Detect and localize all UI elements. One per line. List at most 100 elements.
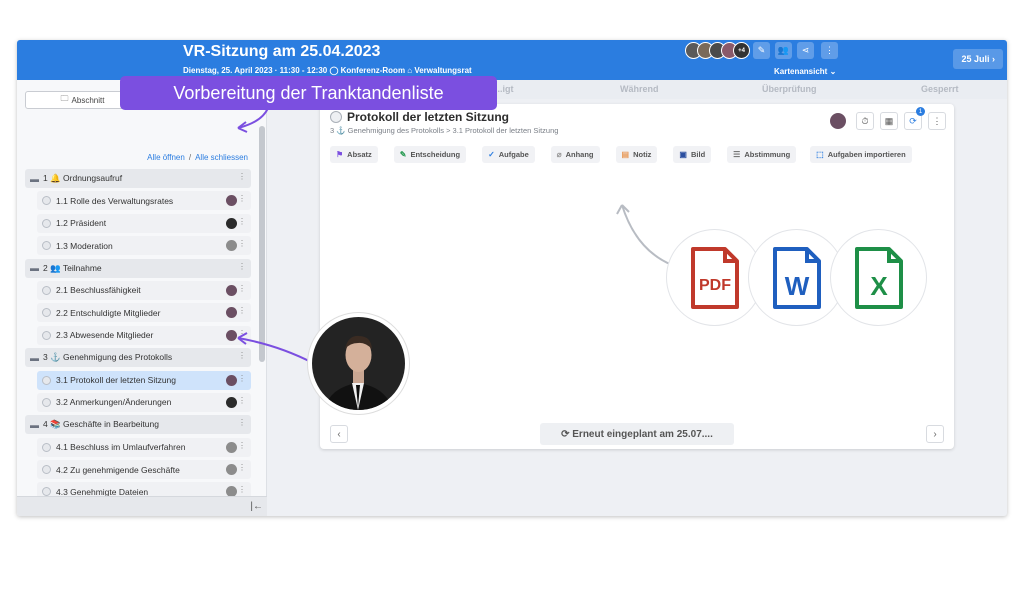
more-icon[interactable]: ⋮ [238,194,246,203]
status-circle-icon[interactable] [42,218,51,228]
agenda-section[interactable]: ▬ 4 📚 Geschäfte in Bearbeitung ⋮ [25,415,251,435]
add-absatz-button[interactable]: ⚑ Absatz [330,146,378,163]
avatar[interactable] [226,307,237,319]
more-icon[interactable]: ⋮ [238,284,246,293]
agenda-item[interactable]: 2.1 Beschlussfähigkeit ⋮ [37,280,251,300]
agenda-section[interactable]: ▬ 2 👥 Teilnahme ⋮ [25,258,251,278]
excel-export-badge[interactable]: X [830,229,927,326]
excel-icon: X [854,246,903,309]
more-icon[interactable]: ⋮ [238,239,246,248]
check-icon: ✓ [488,150,495,159]
excel-label: X [870,271,888,301]
sidebar-footer: |← [17,496,267,516]
agenda-item[interactable]: 1.3 Moderation ⋮ [37,236,251,256]
collapse-sidebar-icon[interactable]: |← [250,501,263,512]
avatar[interactable] [830,113,846,129]
calendar-button[interactable]: ▦ [880,112,898,130]
avatar[interactable] [226,441,237,453]
view-selector[interactable]: Kartenansicht ⌄ [774,67,836,76]
previous-button[interactable]: ‹ [330,425,348,443]
agenda-item[interactable]: 2.2 Entschuldigte Mitglieder ⋮ [37,303,251,323]
more-icon[interactable]: ⋮ [238,441,246,450]
more-icon[interactable]: ⋮ [238,217,246,226]
avatar[interactable] [226,240,237,252]
more-icon[interactable]: ⋮ [238,351,246,360]
add-entscheidung-button[interactable]: ✎ Entscheidung [393,146,467,163]
step-label[interactable]: Überprüfung [762,84,817,94]
agenda-item[interactable]: 4.2 Zu genehmigende Geschäfte ⋮ [37,460,251,480]
share-button[interactable]: ⋖ [797,42,814,59]
status-circle-icon[interactable] [42,397,51,407]
more-button[interactable]: ⋮ [821,42,838,59]
status-circle-icon[interactable] [42,330,51,340]
card-more-button[interactable]: ⋮ [928,112,946,130]
chip-label: Bild [690,150,706,159]
users-icon: 👥 [777,45,790,55]
step-label[interactable]: Während [620,84,659,94]
status-circle-icon[interactable] [42,375,51,385]
status-circle-icon[interactable] [42,465,51,475]
chip-label: Anhang [565,150,594,159]
rescheduled-badge[interactable]: ⟳ Erneut eingeplant am 25.07.... [540,423,734,445]
avatar-more-count[interactable]: +4 [733,42,750,59]
more-icon[interactable]: ⋮ [238,374,246,383]
card-actions: ⏱ ▦ ⟳ 1 ⋮ [830,107,946,130]
folder-icon: ▬ [30,352,39,363]
avatar[interactable] [226,374,237,386]
status-circle-icon[interactable] [42,241,51,251]
status-circle-icon[interactable] [42,308,51,318]
agenda-section[interactable]: ▬ 1 🔔 Ordnungsaufruf ⋮ [25,169,251,188]
status-circle-icon[interactable] [42,442,51,452]
status-circle-icon[interactable] [42,196,51,206]
add-bild-button[interactable]: ▣ Bild [673,146,712,163]
open-all-link[interactable]: Alle öffnen [147,153,185,162]
more-icon[interactable]: ⋮ [238,485,246,494]
members-button[interactable]: 👥 [775,42,792,59]
more-icon[interactable]: ⋮ [238,396,246,405]
participant-avatars[interactable]: +4 [685,42,750,59]
avatar[interactable] [226,284,237,296]
more-icon[interactable]: ⋮ [238,306,246,315]
add-anhang-button[interactable]: ⌀ Anhang [550,146,600,163]
step-label[interactable]: ...igt [495,84,514,94]
agenda-section[interactable]: ▬ 3 ⚓ Genehmigung des Protokolls ⋮ [25,348,251,368]
avatar[interactable] [226,217,237,229]
more-icon: ⋮ [932,115,942,126]
avatar[interactable] [226,329,237,341]
next-meeting-button[interactable]: 25 Juli › [953,49,1003,69]
more-icon[interactable]: ⋮ [238,172,246,181]
avatar[interactable] [226,195,237,207]
add-notiz-button[interactable]: ▤ Notiz [615,146,658,163]
more-icon[interactable]: ⋮ [238,463,246,472]
agenda-item[interactable]: 3.1 Protokoll der letzten Sitzung ⋮ [37,370,251,390]
sidebar-scrollbar[interactable] [259,126,265,362]
avatar[interactable] [226,396,237,408]
add-aufgabe-button[interactable]: ✓ Aufgabe [482,146,535,163]
refresh-button[interactable]: ⟳ 1 [904,107,925,130]
avatar[interactable] [226,464,237,476]
more-icon[interactable]: ⋮ [238,418,246,427]
agenda-item[interactable]: 4.1 Beschluss im Umlaufverfahren ⋮ [37,437,251,457]
folder-icon: 🗀 [60,94,69,103]
edit-button[interactable]: ✎ [753,42,770,59]
agenda-label: 4 📚 Geschäfte in Bearbeitung [43,419,159,430]
agenda-label: 3 ⚓ Genehmigung des Protokolls [43,352,173,363]
add-aufgaben-importieren-button[interactable]: ⬚ Aufgaben importieren [810,146,912,163]
agenda-label: 1.1 Rolle des Verwaltungsrates [56,195,174,206]
import-icon: ⬚ [816,150,824,159]
agenda-item[interactable]: 3.2 Anmerkungen/Änderungen ⋮ [37,392,251,412]
timer-button[interactable]: ⏱ [856,112,874,130]
agenda-item[interactable]: 1.1 Rolle des Verwaltungsrates ⋮ [37,191,251,211]
status-circle-icon[interactable] [330,111,342,123]
next-button[interactable]: › [926,425,944,443]
more-icon[interactable]: ⋮ [238,329,246,338]
feature-banner: Vorbereitung der Tranktandenliste [120,76,497,110]
close-all-link[interactable]: Alle schliessen [195,153,248,162]
add-abstimmung-button[interactable]: ☰ Abstimmung [727,146,797,163]
agenda-item[interactable]: 1.2 Präsident ⋮ [37,213,251,233]
pdf-label: PDF [699,277,731,294]
more-icon[interactable]: ⋮ [238,262,246,271]
status-circle-icon[interactable] [42,285,51,295]
agenda-item[interactable]: 2.3 Abwesende Mitglieder ⋮ [37,325,251,345]
step-label[interactable]: Gesperrt [921,84,959,94]
